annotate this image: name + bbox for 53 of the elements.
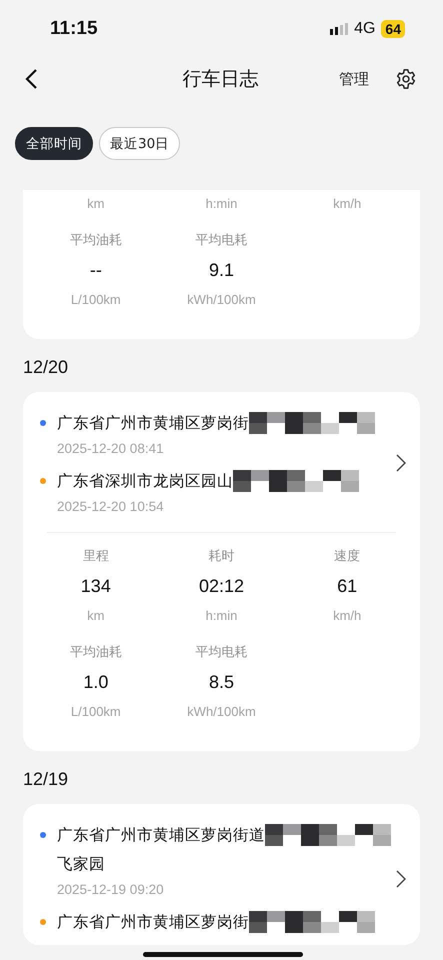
battery-indicator: 64 xyxy=(381,20,405,38)
metric-value: 1.0 xyxy=(83,672,108,693)
metric-unit: kWh/100km xyxy=(187,292,256,307)
address-text: 广东省广州市黄埔区萝岗街 xyxy=(57,912,249,932)
network-label: 4G xyxy=(354,20,376,38)
metric-unit: h:min xyxy=(206,196,238,211)
signal-icon xyxy=(330,23,348,35)
address-text: 广东省广州市黄埔区萝岗街 xyxy=(57,412,249,434)
trip-time: 2025-12-19 09:20 xyxy=(57,882,165,897)
filter-chip[interactable]: 全部时间 xyxy=(15,127,93,160)
location-dot xyxy=(40,478,46,484)
metric-label: 平均油耗 xyxy=(70,232,122,249)
metric-value: 9.1 xyxy=(208,260,234,281)
trip-card[interactable]: 广东省广州市黄埔区萝岗街道 飞家园 2025-12-19 09:20 广东省广州市黄埔区萝岗街 xyxy=(23,804,420,945)
chevron-right-icon[interactable] xyxy=(396,870,406,888)
metric-label: 平均电耗 xyxy=(195,232,248,249)
metric-unit: km/h xyxy=(333,196,362,211)
date-heading: 12/20 xyxy=(23,356,70,379)
metric-unit: L/100km xyxy=(70,704,121,719)
back-icon[interactable] xyxy=(24,68,38,90)
address-text: 广东省广州市黄埔区萝岗街道 xyxy=(57,824,265,846)
location-dot xyxy=(40,832,46,838)
settings-icon[interactable] xyxy=(395,68,417,90)
metric-unit: km xyxy=(87,608,104,623)
metric-unit: kWh/100km xyxy=(187,704,256,719)
metric-value: 61 xyxy=(337,576,358,597)
chevron-right-icon[interactable] xyxy=(396,454,406,472)
status-time: 11:15 xyxy=(50,18,98,40)
trip-card[interactable]: km h:min km/h 平均油耗 -- L/100km 平均电耗 9.1 kWh/100km xyxy=(23,190,420,339)
manage-button[interactable]: 管理 xyxy=(339,70,369,88)
metric-unit: L/100km xyxy=(70,292,121,307)
metric-value: -- xyxy=(90,260,102,281)
date-heading: 12/19 xyxy=(23,768,70,791)
address-text: 飞家园 xyxy=(57,854,106,875)
trip-time: 2025-12-20 10:54 xyxy=(57,499,165,514)
metric-value: 134 xyxy=(80,576,111,597)
metric-label: 里程 xyxy=(82,548,109,565)
location-dot xyxy=(40,919,46,925)
trip-time: 2025-12-20 08:41 xyxy=(57,441,165,456)
metric-value: 8.5 xyxy=(208,672,234,693)
metric-value: 02:12 xyxy=(198,576,244,597)
page-title: 行车日志 xyxy=(182,67,258,92)
address-text: 广东省深圳市龙岗区园山 xyxy=(57,470,233,492)
location-dot xyxy=(40,420,46,426)
metric-label: 平均电耗 xyxy=(195,644,248,661)
metric-unit: h:min xyxy=(206,608,238,623)
metric-label: 平均油耗 xyxy=(70,644,122,661)
metric-label: 速度 xyxy=(334,548,360,565)
metric-unit: km/h xyxy=(333,608,362,623)
metric-unit: km xyxy=(87,196,104,211)
filter-chip[interactable]: 最近30日 xyxy=(99,127,180,160)
metric-label: 耗时 xyxy=(208,548,234,565)
trip-card[interactable]: 广东省广州市黄埔区萝岗街 2025-12-20 08:41 广东省深圳市龙岗区园山 2025-12-20 10:54 里程 134 km 耗时 02:12 h:min 速度 61 km/h 平均油耗 1.0 L/100km 平均电耗 8.5 kWh/100km xyxy=(23,392,420,751)
